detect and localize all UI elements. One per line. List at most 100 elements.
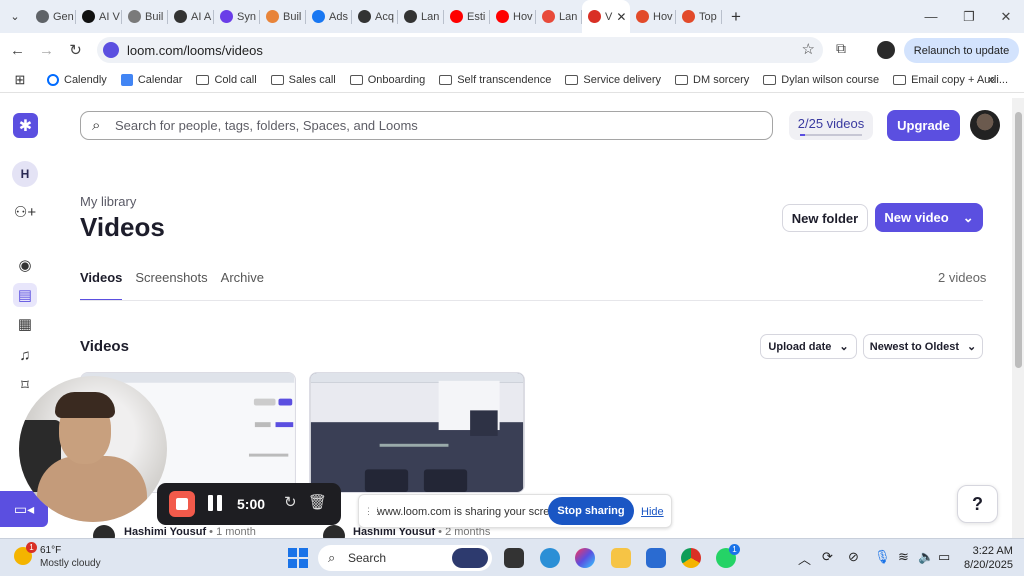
close-window-button[interactable]: ✕ bbox=[987, 0, 1024, 33]
bookmark-icon[interactable]: ⌑ bbox=[13, 373, 37, 397]
browser-tab[interactable]: Hov bbox=[630, 0, 676, 33]
new-video-button[interactable]: New video ⌄ bbox=[875, 203, 983, 232]
video-quota-badge[interactable]: 2/25 videos bbox=[789, 111, 873, 140]
tab-archive[interactable]: Archive bbox=[221, 270, 264, 285]
bookmark-item[interactable]: Calendly bbox=[40, 73, 114, 86]
tab-label: Gen bbox=[53, 10, 74, 23]
user-avatar[interactable] bbox=[970, 110, 1000, 140]
new-folder-button[interactable]: New folder bbox=[782, 204, 868, 232]
loom-logo-icon[interactable]: ✱ bbox=[13, 113, 38, 138]
tab-favicon-icon bbox=[312, 10, 325, 23]
stop-recording-button[interactable] bbox=[169, 491, 195, 517]
bookmark-item[interactable]: Sales call bbox=[264, 74, 343, 86]
forward-button[interactable]: → bbox=[32, 42, 61, 59]
task-view-icon[interactable] bbox=[504, 548, 524, 568]
vpn-icon[interactable]: ⊘ bbox=[848, 549, 859, 565]
webcam-bubble[interactable] bbox=[19, 376, 167, 522]
chrome-icon[interactable] bbox=[681, 548, 701, 568]
minimize-button[interactable]: — bbox=[912, 0, 950, 33]
tab-label: Lan bbox=[421, 10, 440, 23]
invite-user-icon[interactable]: ⚇+ bbox=[13, 200, 37, 224]
sort-order-dropdown[interactable]: Newest to Oldest ⌄ bbox=[863, 334, 983, 359]
store-icon[interactable] bbox=[646, 548, 666, 568]
page-scrollbar[interactable] bbox=[1012, 98, 1024, 538]
browser-tab[interactable]: Lan bbox=[536, 0, 582, 33]
browser-tab[interactable]: Ads bbox=[306, 0, 352, 33]
tab-videos[interactable]: Videos bbox=[80, 270, 123, 301]
apps-grid-icon[interactable]: ⊞ bbox=[0, 72, 40, 88]
browser-tab[interactable]: Acq bbox=[352, 0, 398, 33]
hide-link[interactable]: Hide bbox=[641, 506, 664, 518]
notifications-bell-icon[interactable]: ♫ bbox=[13, 343, 37, 367]
sort-field-label: Upload date bbox=[768, 340, 832, 353]
browser-profile-avatar[interactable] bbox=[877, 41, 895, 59]
volume-icon[interactable]: 🔈 bbox=[918, 549, 934, 565]
more-bookmarks-icon[interactable]: » bbox=[988, 72, 995, 86]
file-explorer-icon[interactable] bbox=[611, 548, 631, 568]
bookmark-item[interactable]: Cold call bbox=[189, 74, 263, 86]
bookmark-item[interactable]: Email copy + Audi... bbox=[886, 74, 1015, 86]
tab-search-button[interactable]: ⌄ bbox=[0, 0, 30, 33]
browser-tab[interactable]: Lan bbox=[398, 0, 444, 33]
bookmark-item[interactable]: Dylan wilson course bbox=[756, 74, 886, 86]
profile-icon[interactable]: ◉ bbox=[13, 253, 37, 277]
workspace-button[interactable]: H bbox=[12, 161, 38, 187]
tab-label: AI A bbox=[191, 10, 212, 23]
bookmark-label: Dylan wilson course bbox=[781, 73, 880, 86]
show-hidden-icons[interactable]: ︿ bbox=[798, 549, 811, 568]
browser-tab-strip: ⌄ Gen AI V Buil AI A Syn Buil Ads Acq Lan Esti Hov… bbox=[0, 0, 1024, 33]
sort-field-dropdown[interactable]: Upload date ⌄ bbox=[760, 334, 857, 359]
microphone-icon[interactable]: 🎙 bbox=[874, 549, 891, 565]
system-clock[interactable]: 3:22 AM 8/20/2025 bbox=[964, 544, 1013, 572]
restart-icon[interactable]: ↻ bbox=[284, 493, 297, 511]
sync-icon[interactable]: ⟳ bbox=[822, 549, 833, 565]
stop-sharing-button[interactable]: Stop sharing bbox=[548, 497, 634, 525]
restore-button[interactable]: ❐ bbox=[950, 0, 988, 33]
bookmark-item[interactable]: Onboarding bbox=[343, 74, 433, 86]
webcam-person-body bbox=[37, 456, 147, 522]
scrollbar-thumb[interactable] bbox=[1015, 112, 1022, 368]
edge-icon[interactable] bbox=[540, 548, 560, 568]
browser-tab[interactable]: Esti bbox=[444, 0, 490, 33]
search-placeholder: Search for people, tags, folders, Spaces… bbox=[115, 118, 418, 133]
site-info-icon[interactable] bbox=[103, 42, 119, 58]
browser-tab[interactable]: AI V bbox=[76, 0, 122, 33]
reload-button[interactable]: ↻ bbox=[61, 41, 90, 59]
upgrade-button[interactable]: Upgrade bbox=[887, 110, 960, 141]
browser-tab[interactable]: AI A bbox=[168, 0, 214, 33]
extensions-icon[interactable]: ⧉ bbox=[836, 40, 846, 57]
battery-icon[interactable]: ▭ bbox=[938, 549, 950, 565]
calendar-icon[interactable]: ▦ bbox=[13, 312, 37, 336]
wifi-icon[interactable]: ≋ bbox=[898, 549, 909, 565]
taskbar-search[interactable]: ⌕ Search bbox=[318, 545, 492, 571]
copilot-icon[interactable] bbox=[575, 548, 595, 568]
browser-tab[interactable]: Buil bbox=[122, 0, 168, 33]
bookmark-item[interactable]: Service delivery bbox=[558, 74, 668, 86]
tab-favicon-icon bbox=[266, 10, 279, 23]
weather-badge: 1 bbox=[26, 542, 37, 553]
browser-tab[interactable]: Buil bbox=[260, 0, 306, 33]
help-button[interactable]: ? bbox=[957, 485, 998, 523]
delete-recording-icon[interactable]: 🗑 bbox=[308, 493, 327, 511]
bookmark-item[interactable]: Self transcendence bbox=[432, 74, 558, 86]
back-button[interactable]: ← bbox=[3, 42, 32, 59]
browser-tab[interactable]: Hov bbox=[490, 0, 536, 33]
new-tab-button[interactable]: + bbox=[722, 7, 750, 27]
tab-screenshots[interactable]: Screenshots bbox=[135, 270, 207, 285]
close-tab-icon[interactable]: ✕ bbox=[616, 10, 626, 24]
video-card[interactable] bbox=[309, 372, 525, 493]
search-input[interactable]: ⌕ Search for people, tags, folders, Spac… bbox=[80, 111, 773, 140]
bookmark-item[interactable]: Calendar bbox=[114, 73, 190, 86]
relaunch-button[interactable]: Relaunch to update bbox=[904, 38, 1019, 63]
browser-tab[interactable]: Top bbox=[676, 0, 722, 33]
url-bar[interactable]: loom.com/looms/videos ☆ bbox=[97, 37, 823, 63]
browser-tab[interactable]: Syn bbox=[214, 0, 260, 33]
bookmark-item[interactable]: DM sorcery bbox=[668, 74, 756, 86]
browser-tab[interactable]: Gen bbox=[30, 0, 76, 33]
pause-icon[interactable] bbox=[208, 495, 222, 511]
browser-tab[interactable]: V ✕ bbox=[582, 0, 630, 33]
bookmark-star-icon[interactable]: ☆ bbox=[802, 40, 815, 58]
clock-date: 8/20/2025 bbox=[964, 559, 1013, 571]
start-button[interactable] bbox=[288, 548, 308, 568]
library-icon[interactable]: ▤ bbox=[13, 283, 37, 307]
